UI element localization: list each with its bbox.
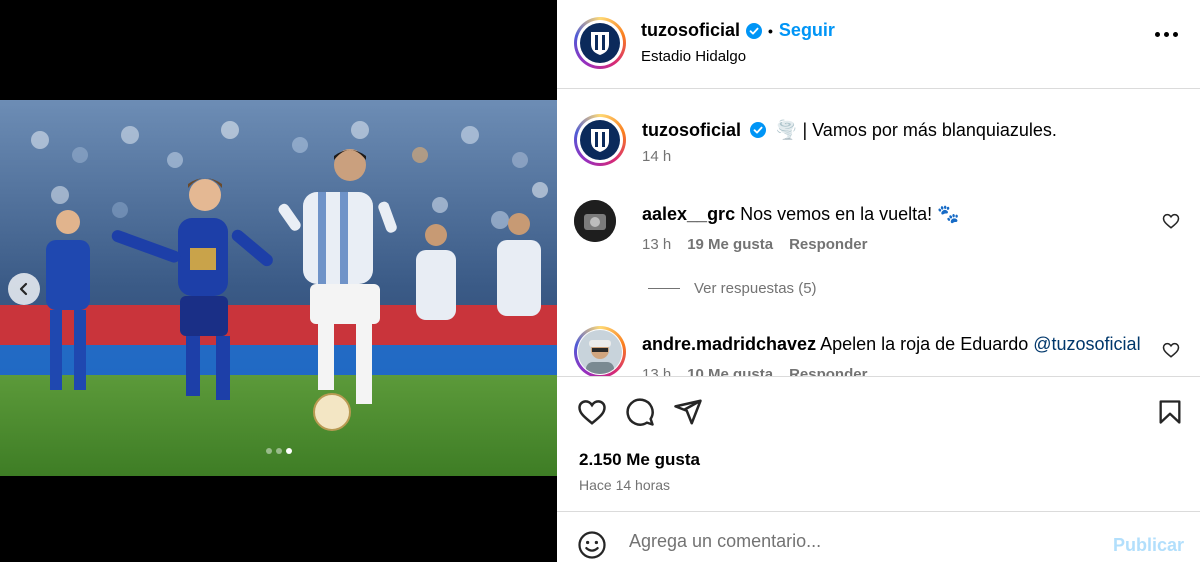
bookmark-icon[interactable]: [1156, 397, 1184, 427]
more-options-icon[interactable]: [1155, 32, 1178, 37]
reply-button[interactable]: Responder: [789, 236, 867, 253]
verified-badge-icon: [750, 122, 767, 138]
instagram-post-view: tuzosoficial • Seguir Estadio Hidalgo tu…: [0, 0, 1200, 562]
comment-text: Apelen la roja de Eduardo: [820, 334, 1034, 354]
view-replies-button[interactable]: Ver respuestas (5): [648, 280, 817, 297]
carousel-prev-button[interactable]: [8, 273, 40, 305]
follow-button[interactable]: Seguir: [779, 20, 835, 41]
author-username[interactable]: tuzosoficial: [641, 20, 740, 41]
commenter-avatar[interactable]: [574, 200, 616, 242]
heart-icon[interactable]: [1162, 341, 1180, 359]
post-photo[interactable]: [0, 100, 557, 476]
comment-mention-link[interactable]: @tuzosoficial: [1033, 334, 1140, 354]
caption-avatar[interactable]: [574, 114, 626, 166]
carousel-dot: [275, 448, 282, 454]
comment-likes[interactable]: 10 Me gusta: [687, 366, 773, 376]
carousel-dot: [265, 448, 272, 454]
club-crest-icon: [580, 23, 620, 63]
post-actions: 2.150 Me gusta Hace 14 horas: [557, 376, 1200, 512]
media-panel: [0, 0, 557, 562]
like-heart-icon[interactable]: [577, 397, 607, 427]
author-avatar[interactable]: [574, 17, 626, 69]
carousel-indicator: [0, 448, 557, 454]
chevron-left-icon: [19, 282, 28, 296]
comment-composer: Publicar: [557, 513, 1200, 562]
caption-username[interactable]: tuzosoficial: [642, 120, 741, 140]
post-timestamp[interactable]: Hace 14 horas: [579, 477, 670, 493]
comment-item: andre.madridchavez Apelen la roja de Edu…: [574, 326, 1194, 376]
share-icon[interactable]: [673, 397, 703, 427]
reply-button[interactable]: Responder: [789, 366, 867, 376]
comments-list: tuzosoficial 🌪️ | Vamos por más blanquia…: [557, 90, 1200, 376]
comment-input[interactable]: [629, 527, 1099, 555]
club-crest-icon: [580, 120, 620, 160]
verified-badge-icon: [746, 22, 763, 39]
likes-count[interactable]: 2.150 Me gusta: [579, 450, 700, 470]
comment-time[interactable]: 13 h: [642, 236, 671, 253]
location-link[interactable]: Estadio Hidalgo: [641, 48, 746, 65]
follow-separator: •: [768, 22, 773, 39]
view-replies-label: Ver respuestas (5): [694, 280, 817, 297]
comment-time[interactable]: 13 h: [642, 366, 671, 376]
heart-icon[interactable]: [1162, 212, 1180, 230]
caption-text: 🌪️ | Vamos por más blanquiazules.: [775, 120, 1057, 140]
publish-button[interactable]: Publicar: [1113, 535, 1184, 556]
commenter-avatar[interactable]: [574, 326, 626, 376]
emoji-icon[interactable]: [577, 530, 607, 560]
carousel-dot-active: [285, 448, 292, 454]
comment-text: Nos vemos en la vuelta! 🐾: [740, 204, 960, 224]
comment-icon[interactable]: [625, 397, 655, 427]
comment-username[interactable]: andre.madridchavez: [642, 334, 816, 354]
comment-likes[interactable]: 19 Me gusta: [687, 236, 773, 253]
post-details-panel: tuzosoficial • Seguir Estadio Hidalgo tu…: [557, 0, 1200, 562]
comment-username[interactable]: aalex__grc: [642, 204, 735, 224]
post-header: tuzosoficial • Seguir Estadio Hidalgo: [557, 0, 1200, 89]
caption-time[interactable]: 14 h: [642, 148, 671, 165]
